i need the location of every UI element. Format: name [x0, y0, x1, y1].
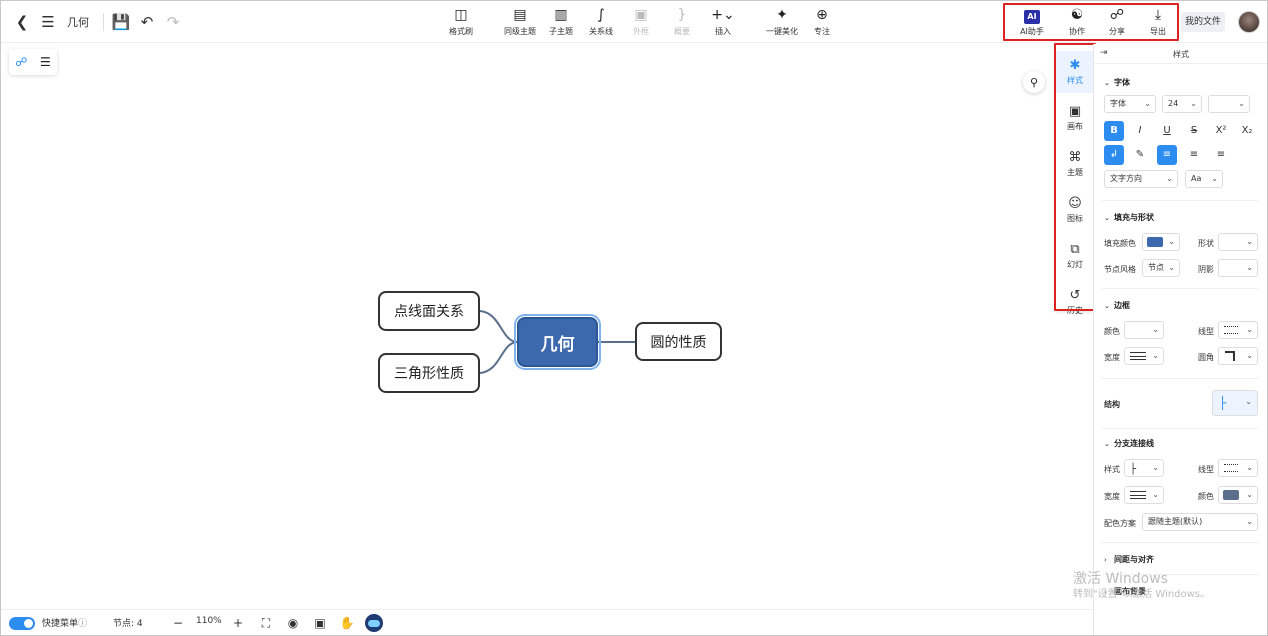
divider: [1102, 288, 1258, 289]
border-line-type-label: 线型: [1198, 327, 1214, 336]
avatar[interactable]: [1238, 11, 1260, 33]
border-section-header[interactable]: ⌄ 边框: [1104, 300, 1130, 311]
node-style-label: 节点风格: [1104, 265, 1136, 274]
shadow-select[interactable]: ⌄: [1218, 259, 1258, 277]
shape-label: 形状: [1198, 239, 1214, 248]
line-width-icon: [1130, 352, 1146, 360]
share-icon: ☍: [1109, 7, 1125, 23]
dotted-line-icon: [1224, 326, 1238, 334]
minimap-icon[interactable]: ▣: [311, 614, 329, 632]
divider: [1102, 428, 1258, 429]
strikethrough-button[interactable]: S: [1184, 121, 1204, 141]
branch-color-label: 颜色: [1198, 492, 1214, 501]
align-left-button[interactable]: ≡: [1157, 145, 1177, 165]
branch-width-label: 宽度: [1104, 492, 1120, 501]
windows-activation-watermark: 激活 Windows 转到"设置"以激活 Windows。: [1073, 571, 1211, 600]
structure-layout-icon: ├: [1219, 396, 1227, 410]
divider: [1102, 200, 1258, 201]
corner-label: 圆角: [1198, 353, 1214, 362]
text-wrap-button[interactable]: ↲: [1104, 145, 1124, 165]
bottom-status-bar: 快捷菜单 ⓘ 节点: 4 − 110% + ⛶ ◉ ▣ ✋: [1, 609, 1093, 635]
topic-node[interactable]: 三角形性质: [378, 353, 480, 393]
topic-node[interactable]: 圆的性质: [635, 322, 722, 361]
fill-color-swatch: [1147, 237, 1163, 247]
topic-node[interactable]: 点线面关系: [378, 291, 480, 331]
style-panel: ⇥ 样式 ⌄ 字体 字体 ⌄ 24 ⌄ ⌄ B I U S X² X₂ ↲ ✎ ≡ ≡…: [1093, 44, 1267, 635]
superscript-button[interactable]: X²: [1211, 121, 1231, 141]
help-icon[interactable]: ⓘ: [78, 616, 87, 629]
zoom-level: 110%: [196, 616, 222, 626]
zoom-in-icon[interactable]: +: [229, 614, 247, 632]
branch-style-label: 样式: [1104, 465, 1120, 474]
branch-line-section-header[interactable]: ⌄ 分支连接线: [1104, 438, 1154, 449]
text-direction-select[interactable]: 文字方向 ⌄: [1104, 170, 1178, 188]
export-button[interactable]: ⤓ 导出: [1136, 7, 1180, 37]
fill-color-label: 填充颜色: [1104, 239, 1136, 248]
border-width-label: 宽度: [1104, 353, 1120, 362]
node-count: 节点: 4: [113, 619, 143, 629]
divider: [1102, 378, 1258, 379]
export-icon: ⤓: [1154, 7, 1162, 23]
quick-menu-toggle[interactable]: [9, 617, 35, 630]
branch-line-left-1: [479, 310, 518, 343]
font-family-select[interactable]: 字体 ⌄: [1104, 95, 1156, 113]
shadow-label: 阴影: [1198, 265, 1214, 274]
shape-select[interactable]: ⌄: [1218, 233, 1258, 251]
subscript-button[interactable]: X₂: [1237, 121, 1257, 141]
border-color-label: 颜色: [1104, 327, 1120, 336]
corner-icon: [1225, 351, 1235, 361]
spacing-align-section-header[interactable]: › 间距与对齐: [1104, 554, 1154, 565]
my-files-button[interactable]: 我的文件: [1181, 12, 1226, 32]
fill-color-picker[interactable]: ⌄: [1142, 233, 1180, 251]
highlight-box-rail: [1054, 43, 1096, 311]
branch-color-picker[interactable]: ⌄: [1218, 486, 1258, 504]
fill-shape-section-header[interactable]: ⌄ 填充与形状: [1104, 212, 1154, 223]
branch-style-select[interactable]: ├ ⌄: [1124, 459, 1164, 477]
divider: [1102, 542, 1258, 543]
underline-button[interactable]: U: [1157, 121, 1177, 141]
border-width-select[interactable]: ⌄: [1124, 347, 1164, 365]
node-style-select[interactable]: 节点 ⌄: [1142, 259, 1180, 277]
zoom-out-icon[interactable]: −: [169, 614, 187, 632]
branch-style-icon: ├: [1130, 464, 1137, 475]
bold-button[interactable]: B: [1104, 121, 1124, 141]
align-center-button[interactable]: ≡: [1184, 145, 1204, 165]
font-size-select[interactable]: 24 ⌄: [1162, 95, 1202, 113]
font-section-header[interactable]: ⌄ 字体: [1104, 77, 1130, 88]
app-window: ❮ ☰ 几何 💾 ↶ ↷ ◫ 格式刷 ▤ 同级主题 ▥ 子主题 ∫ 关系线 ▣ …: [0, 0, 1268, 636]
locate-icon[interactable]: ◉: [284, 614, 302, 632]
hand-tool-icon[interactable]: ✋: [338, 614, 356, 632]
branch-line-type-select[interactable]: ⌄: [1218, 459, 1258, 477]
structure-label: 结构: [1104, 400, 1120, 409]
italic-button[interactable]: I: [1130, 121, 1150, 141]
text-case-select[interactable]: Aa ⌄: [1185, 170, 1223, 188]
border-color-picker[interactable]: ⌄: [1124, 321, 1164, 339]
fullscreen-icon[interactable]: ⛶: [257, 614, 275, 632]
highlight-pen-icon[interactable]: ✎: [1130, 145, 1150, 165]
dotted-line-icon: [1224, 464, 1238, 472]
panel-title: 样式: [1173, 50, 1189, 59]
structure-select[interactable]: ├ ⌄: [1212, 390, 1258, 416]
branch-line-left-2: [479, 341, 518, 374]
chevron-down-icon: ⌄: [1245, 397, 1252, 406]
color-scheme-label: 配色方案: [1104, 519, 1136, 528]
share-button[interactable]: ☍ 分享: [1095, 7, 1139, 37]
root-topic-node[interactable]: 几何: [514, 314, 601, 370]
corner-select[interactable]: ⌄: [1218, 347, 1258, 365]
line-width-icon: [1130, 491, 1146, 499]
assistant-robot-icon[interactable]: [365, 614, 383, 632]
align-right-button[interactable]: ≡: [1211, 145, 1231, 165]
panel-header: ⇥ 样式: [1094, 44, 1267, 64]
branch-line-type-label: 线型: [1198, 465, 1214, 474]
color-scheme-select[interactable]: 跟随主题(默认) ⌄: [1142, 513, 1258, 531]
branch-color-swatch: [1223, 490, 1239, 500]
branch-width-select[interactable]: ⌄: [1124, 486, 1164, 504]
font-color-select[interactable]: ⌄: [1208, 95, 1250, 113]
quick-menu-label: 快捷菜单: [42, 619, 79, 629]
border-line-type-select[interactable]: ⌄: [1218, 321, 1258, 339]
branch-lines: [479, 310, 635, 374]
